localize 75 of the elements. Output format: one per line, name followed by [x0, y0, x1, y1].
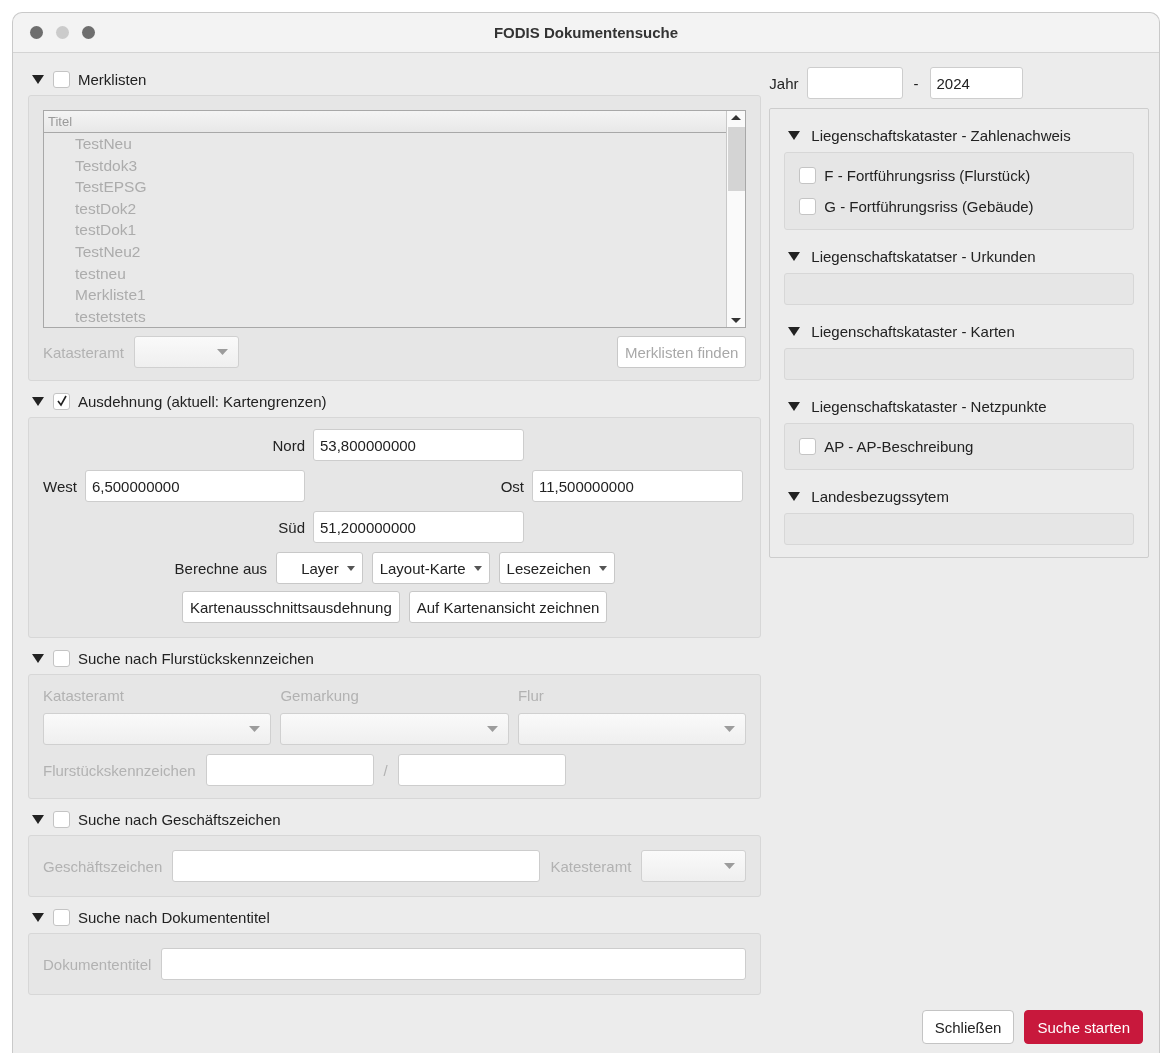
- caret-down-icon[interactable]: [31, 652, 45, 664]
- checkbox[interactable]: [53, 908, 70, 926]
- dropdown[interactable]: [280, 713, 509, 745]
- section-title: Liegenschaftskataster - Netzpunkte: [811, 397, 1047, 415]
- field-label: Ost: [500, 477, 524, 495]
- close-button[interactable]: Schließen: [921, 1010, 1015, 1044]
- coordinate-field[interactable]: 11,500000000: [532, 470, 743, 502]
- section-title: Suche nach Flurstückskennzeichen: [78, 649, 314, 667]
- coordinate-field[interactable]: 6,500000000: [84, 470, 305, 502]
- dropdown[interactable]: [517, 713, 747, 745]
- field-label: Berechne aus: [174, 559, 268, 577]
- checkbox-label: F - Fortführungsriss (Flurstück): [824, 167, 1031, 184]
- caret-down-icon: [724, 726, 736, 732]
- checkbox[interactable]: [53, 70, 70, 88]
- scrollbar[interactable]: [726, 111, 746, 327]
- caret-down-icon[interactable]: [787, 490, 802, 502]
- section-title: Merklisten: [78, 70, 147, 88]
- separator-text: -: [912, 74, 920, 92]
- dropdown[interactable]: [43, 713, 272, 745]
- checkbox-label: AP - AP-Beschreibung: [824, 438, 974, 455]
- field-label: Süd: [278, 518, 305, 536]
- menu-button[interactable]: Lesezeichen: [498, 552, 615, 584]
- field-label: Nord: [272, 436, 305, 454]
- column-header: Titel: [44, 111, 727, 133]
- checkbox[interactable]: [53, 649, 70, 667]
- caret-down-icon: [598, 565, 607, 571]
- section-title: Ausdehnung (aktuell: Kartengrenzen): [78, 392, 327, 410]
- caret-down-icon: [473, 565, 482, 571]
- caret-down-icon: [486, 726, 498, 732]
- checkbox[interactable]: [799, 167, 817, 184]
- caret-down-icon[interactable]: [787, 129, 802, 141]
- section-title: Landesbezugssytem: [811, 487, 949, 505]
- menu-button[interactable]: Layer: [276, 552, 363, 584]
- input-field[interactable]: [172, 850, 541, 882]
- dropdown[interactable]: [641, 850, 747, 882]
- close-button[interactable]: [30, 26, 43, 39]
- field-label: Jahr: [769, 74, 799, 92]
- input-field[interactable]: [397, 754, 566, 786]
- caret-down-icon[interactable]: [31, 813, 45, 825]
- dropdown[interactable]: [133, 336, 239, 368]
- checkbox-label: G - Fortführungsriss (Gebäude): [824, 198, 1034, 215]
- year-from-field[interactable]: [806, 67, 903, 99]
- section-title: Liegenschaftskataster - Karten: [811, 322, 1015, 340]
- menu-button[interactable]: Layout-Karte: [371, 552, 490, 584]
- caret-down-icon: [346, 565, 355, 571]
- caret-down-icon[interactable]: [31, 73, 45, 85]
- caret-down-icon[interactable]: [31, 395, 45, 407]
- zoom-button[interactable]: [82, 26, 95, 39]
- section-title: Suche nach Dokumententitel: [78, 908, 270, 926]
- window-title: FODIS Dokumentensuche: [493, 24, 679, 41]
- caret-down-icon[interactable]: [787, 325, 802, 337]
- action-button[interactable]: Auf Kartenansicht zeichnen: [408, 591, 608, 623]
- search-button[interactable]: Suche starten: [1024, 1010, 1143, 1044]
- year-to-field[interactable]: 2024: [929, 67, 1023, 99]
- checkbox[interactable]: [799, 198, 817, 215]
- caret-down-icon: [216, 349, 228, 355]
- checkbox[interactable]: [53, 392, 70, 410]
- section-title: Liegenschaftskataster - Zahlenachweis: [811, 126, 1071, 144]
- section-title: Liegenschaftskatatser - Urkunden: [811, 247, 1036, 265]
- caret-down-icon[interactable]: [31, 911, 45, 923]
- action-button[interactable]: Kartenausschnittsausdehnung: [181, 591, 400, 623]
- coordinate-field[interactable]: 51,200000000: [313, 511, 524, 543]
- caret-down-icon: [724, 863, 736, 869]
- coordinate-field[interactable]: 53,800000000: [313, 429, 524, 461]
- caret-down-icon[interactable]: [787, 250, 802, 262]
- input-field[interactable]: [161, 948, 747, 980]
- checkbox[interactable]: [53, 810, 70, 828]
- caret-down-icon: [249, 726, 261, 732]
- separator-text: /: [383, 761, 388, 779]
- caret-down-icon[interactable]: [787, 400, 802, 412]
- section-title: Suche nach Geschäftszeichen: [78, 810, 281, 828]
- input-field[interactable]: [205, 754, 374, 786]
- field-label: West: [43, 477, 77, 495]
- checkbox[interactable]: [799, 438, 817, 455]
- minimize-button[interactable]: [56, 26, 69, 39]
